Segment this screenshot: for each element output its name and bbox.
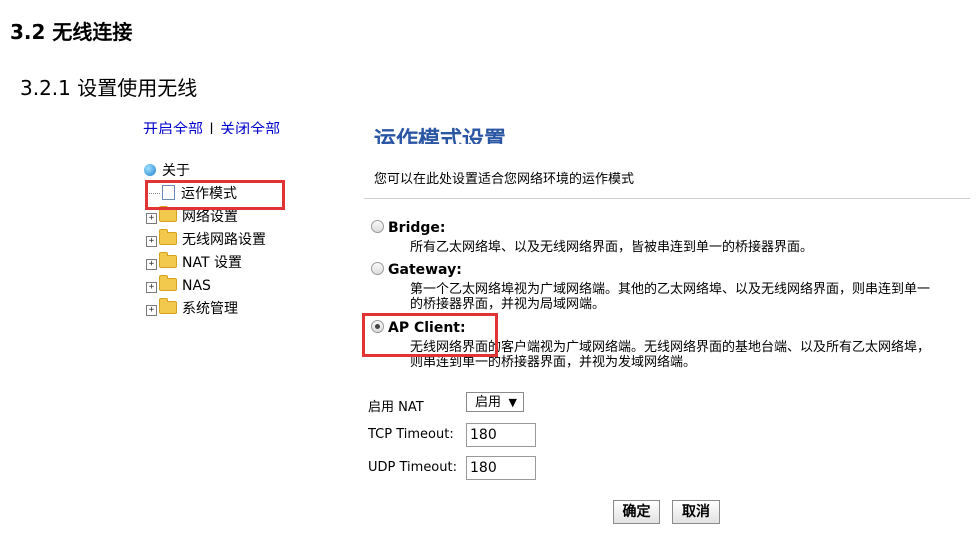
ap-client-description-line2: 则串连到单一的桥接器界面，并视为发域网络端。 (410, 355, 697, 370)
nat-select-value: 启用 (475, 395, 502, 410)
bridge-description: 所有乙太网络埠、以及无线网络界面，皆被串连到单一的桥接器界面。 (410, 240, 814, 255)
nat-label: 启用 NAT (368, 400, 424, 415)
tree-top-links: 开启全部 | 关闭全部 (143, 118, 333, 134)
bridge-label: Bridge: (388, 220, 446, 236)
udp-timeout-label: UDP Timeout: (368, 460, 457, 475)
expand-icon[interactable]: + (146, 305, 157, 316)
expand-icon[interactable]: + (146, 213, 157, 224)
tree-item-label: NAS (182, 278, 211, 294)
cancel-button[interactable]: 取消 (672, 500, 720, 524)
divider (364, 198, 970, 199)
gateway-radio[interactable] (371, 262, 384, 275)
dropdown-arrow-icon: ▼ (508, 396, 517, 409)
subsection-title: 3.2.1 设置使用无线 (20, 76, 198, 100)
folder-icon (159, 252, 177, 268)
top-link-separator: | (209, 120, 215, 134)
tree-item-nas[interactable]: + NAS (144, 275, 266, 298)
tree-item-label: 网络设置 (182, 209, 238, 225)
tcp-timeout-label: TCP Timeout: (368, 427, 454, 442)
expand-icon[interactable]: + (146, 259, 157, 270)
tree-item-wireless-settings[interactable]: + 无线网路设置 (144, 229, 266, 252)
tree-root-label: 关于 (162, 163, 190, 179)
folder-icon (159, 275, 177, 291)
close-all-link[interactable]: 关闭全部 (220, 120, 280, 134)
gateway-description-line2: 的桥接器界面，并视为局域网端。 (410, 297, 606, 312)
folder-icon (159, 229, 177, 245)
highlight-box-tree (145, 180, 285, 210)
tcp-timeout-input[interactable]: 180 (466, 423, 536, 447)
tree-item-label: 系统管理 (182, 301, 238, 317)
tree-item-label: NAT 设置 (182, 255, 242, 271)
expand-icon[interactable]: + (146, 236, 157, 247)
gateway-label: Gateway: (388, 262, 462, 278)
tree-item-label: 无线网路设置 (182, 232, 266, 248)
mode-bridge[interactable]: Bridge: (371, 220, 446, 236)
section-title: 3.2 无线连接 (10, 20, 133, 44)
tree-item-system-management[interactable]: + 系统管理 (144, 298, 266, 321)
tree-item-nat-settings[interactable]: + NAT 设置 (144, 252, 266, 275)
expand-icon[interactable]: + (146, 282, 157, 293)
gateway-description-line1: 第一个乙太网络埠视为广域网络端。其他的乙太网络埠、以及无线网络界面，则串连到单一 (410, 282, 931, 297)
highlight-box-ap-client (362, 313, 498, 357)
bridge-radio[interactable] (371, 220, 384, 233)
udp-timeout-input[interactable]: 180 (466, 456, 536, 480)
folder-icon (159, 298, 177, 314)
panel-title: 运作模式设置 (374, 128, 507, 144)
mode-gateway[interactable]: Gateway: (371, 262, 462, 278)
nat-select[interactable]: 启用 ▼ (466, 392, 524, 412)
open-all-link[interactable]: 开启全部 (143, 120, 203, 134)
ok-button[interactable]: 确定 (613, 500, 660, 524)
folder-icon (159, 206, 177, 222)
globe-icon (144, 164, 156, 176)
panel-description: 您可以在此处设置适合您网络环境的运作模式 (374, 172, 635, 187)
